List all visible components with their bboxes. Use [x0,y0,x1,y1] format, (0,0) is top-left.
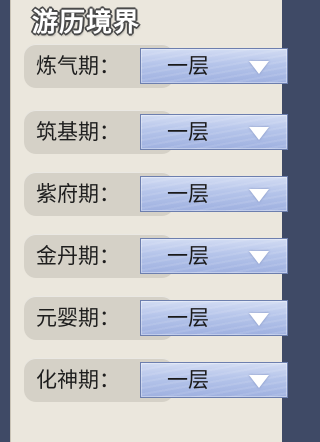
realm-label: 炼气期： [36,54,120,78]
select-value: 一层 [167,368,209,392]
realm-row-huashen: 化神期： 一层 [24,358,288,402]
realm-row-yuanying: 元婴期： 一层 [24,296,288,340]
realm-label: 金丹期： [36,244,120,268]
realm-panel: 游历境界 炼气期： 一层 筑基期： 一层 紫府期： 一层 金丹期： 一层 元婴期… [10,0,288,442]
select-value: 一层 [167,182,209,206]
level-select-zhuji[interactable]: 一层 [140,114,288,150]
select-value: 一层 [167,54,209,78]
dropdown-arrow-icon[interactable] [249,251,269,264]
realm-row-zifu: 紫府期： 一层 [24,172,288,216]
level-select-lianqi[interactable]: 一层 [140,48,288,84]
level-select-jindan[interactable]: 一层 [140,238,288,274]
level-select-yuanying[interactable]: 一层 [140,300,288,336]
dropdown-arrow-icon[interactable] [249,127,269,140]
dropdown-arrow-icon[interactable] [249,313,269,326]
realm-label: 元婴期： [36,306,120,330]
panel-title: 游历境界 [32,8,141,38]
dropdown-arrow-icon[interactable] [249,61,269,74]
dropdown-arrow-icon[interactable] [249,189,269,202]
realm-row-lianqi: 炼气期： 一层 [24,44,288,88]
select-value: 一层 [167,306,209,330]
select-value: 一层 [167,120,209,144]
dropdown-arrow-icon[interactable] [249,375,269,388]
realm-label: 化神期： [36,368,120,392]
realm-label: 筑基期： [36,120,120,144]
realm-label: 紫府期： [36,182,120,206]
realm-row-jindan: 金丹期： 一层 [24,234,288,278]
level-select-zifu[interactable]: 一层 [140,176,288,212]
realm-row-zhuji: 筑基期： 一层 [24,110,288,154]
level-select-huashen[interactable]: 一层 [140,362,288,398]
select-value: 一层 [167,244,209,268]
